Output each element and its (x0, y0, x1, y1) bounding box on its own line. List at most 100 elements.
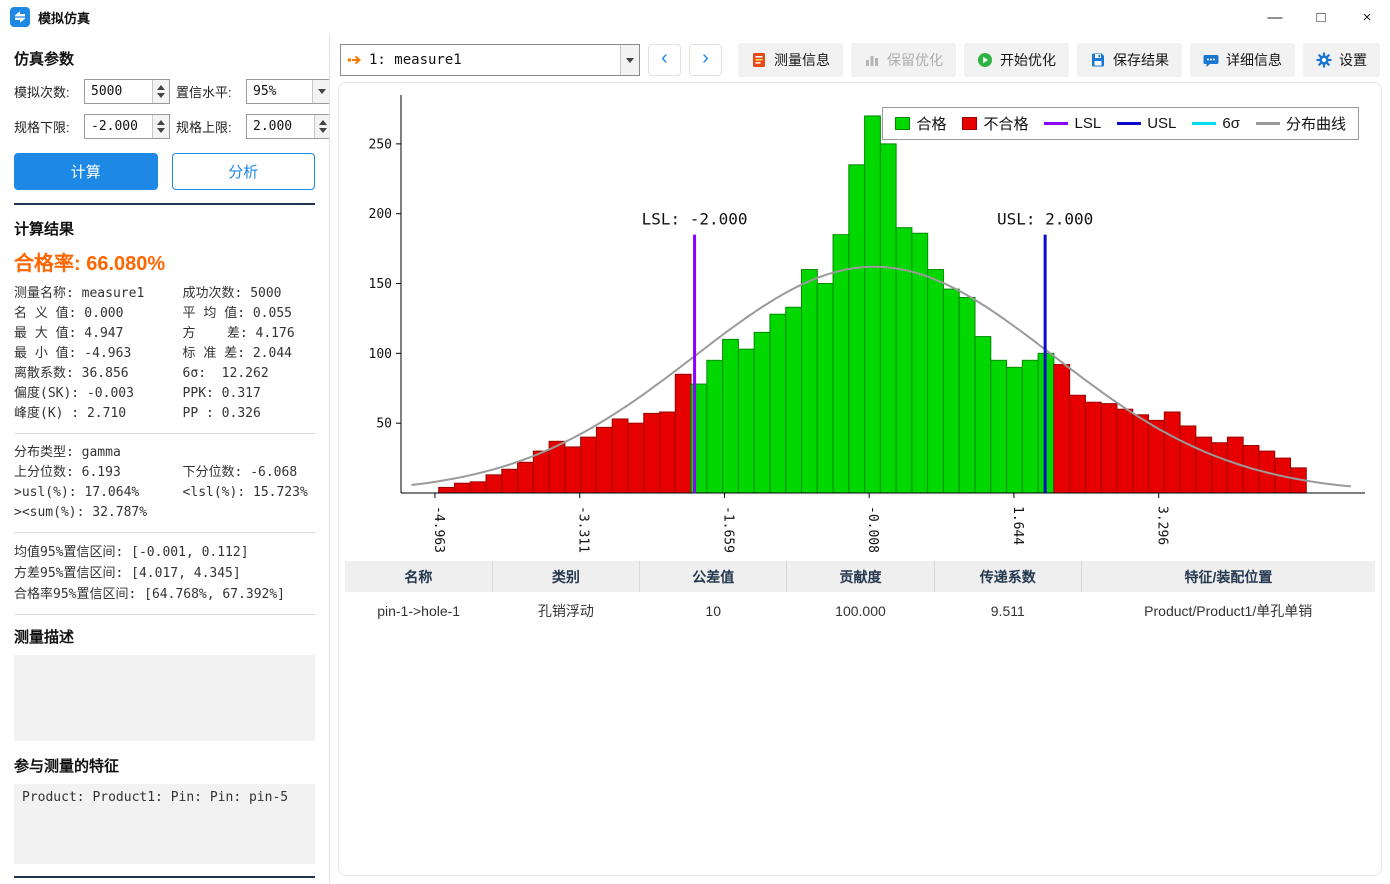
sim-count-spinner[interactable]: 5000 (84, 79, 170, 104)
ci-line: 方差95%置信区间: [4.017, 4.345] (14, 563, 315, 584)
stat-cell: 测量名称: measure1 (14, 284, 183, 304)
pass-bar (754, 332, 770, 493)
divider (14, 876, 315, 878)
fail-bar (1212, 443, 1228, 493)
stat-cell: 峰度(K) : 2.710 (14, 404, 183, 424)
fail-bar (628, 423, 644, 493)
legend-item-six-sigma: 6σ (1192, 115, 1240, 132)
usl-value: 2.000 (247, 115, 314, 138)
legend-label: LSL (1074, 115, 1101, 132)
stat-cell: <lsl(%): 15.723% (183, 483, 315, 503)
pass-bar (849, 165, 865, 493)
stat-cell: 最 小 值: -4.963 (14, 344, 183, 364)
x-tick-label: -4.963 (431, 506, 446, 553)
divider (14, 614, 315, 615)
y-tick-label: 150 (369, 277, 392, 292)
contribution-table: 名称 类别 公差值 贡献度 传递系数 特征/装配位置 pin-1->hole-1… (345, 561, 1375, 630)
analyze-button[interactable]: 分析 (172, 153, 316, 190)
fail-bar (1117, 409, 1133, 493)
legend-item-pass: 合格 (895, 113, 946, 134)
fail-bar (675, 374, 691, 493)
pass-bar (959, 297, 975, 493)
fail-bar (1180, 426, 1196, 493)
calculate-button[interactable]: 计算 (14, 153, 158, 190)
start-optimization-button[interactable]: 开始优化 (964, 43, 1069, 77)
prev-measure-button[interactable]: ‹ (648, 44, 681, 76)
chat-icon (1203, 52, 1219, 68)
pass-bar (707, 360, 723, 493)
fail-bar (565, 447, 581, 493)
lsl-label: 规格下限: (14, 117, 78, 136)
save-icon (1090, 52, 1106, 68)
pass-bar (943, 289, 959, 493)
pass-bar (991, 360, 1007, 493)
spinner-arrows-icon[interactable] (152, 80, 169, 103)
fail-bar (644, 413, 660, 493)
pass-bar (896, 228, 912, 493)
y-tick-label: 50 (376, 417, 392, 432)
legend-label: 分布曲线 (1286, 113, 1346, 134)
stats-block: 测量名称: measure1成功次数: 5000 名 义 值: 0.000平 均… (14, 284, 315, 424)
fail-bar (1101, 404, 1117, 493)
measure-select[interactable]: 1: measure1 (340, 44, 640, 76)
stat-cell: 离散系数: 36.856 (14, 364, 183, 384)
close-button[interactable]: × (1344, 0, 1390, 34)
ci-line: 均值95%置信区间: [-0.001, 0.112] (14, 542, 315, 563)
table-row[interactable]: pin-1->hole-1 孔销浮动 10 100.000 9.511 Prod… (345, 592, 1375, 630)
stat-cell: >usl(%): 17.064% (14, 483, 183, 503)
stat-cell: 上分位数: 6.193 (14, 463, 183, 483)
settings-button[interactable]: 设置 (1303, 43, 1380, 77)
feature-location-link[interactable]: Product/Product1/单孔单销 (1081, 592, 1375, 630)
app-window: 模拟仿真 — □ × 仿真参数 模拟次数: 5000 置信水平: 95% 规格下… (0, 0, 1390, 884)
chart-legend: 合格不合格LSLUSL6σ分布曲线 (882, 107, 1359, 140)
histogram-chart: 50100150200250-4.963-3.311-1.659-0.0081.… (345, 89, 1375, 559)
fail-swatch-icon (962, 117, 977, 130)
keep-optimization-button[interactable]: 保留优化 (851, 43, 956, 77)
stat-cell: 6σ: 12.262 (183, 364, 315, 384)
fail-bar (612, 419, 628, 493)
pass-rate-value: 66.080% (86, 253, 165, 275)
pass-bar (1022, 360, 1038, 493)
measurement-description-input[interactable] (14, 655, 315, 741)
minimize-button[interactable]: — (1252, 0, 1298, 34)
dist-sum: ><sum(%): 32.787% (14, 503, 315, 523)
measure-info-button[interactable]: 测量信息 (738, 43, 843, 77)
table-header-row: 名称 类别 公差值 贡献度 传递系数 特征/装配位置 (345, 561, 1375, 592)
next-measure-button[interactable]: › (689, 44, 722, 76)
fail-bar (581, 437, 597, 493)
lsl-spinner[interactable]: -2.000 (84, 114, 170, 139)
button-label: 开始优化 (1000, 50, 1056, 70)
fail-bar (439, 487, 455, 493)
pass-bar (786, 307, 802, 493)
pass-rate-label: 合格率: (14, 253, 81, 275)
save-results-button[interactable]: 保存结果 (1077, 43, 1182, 77)
button-label: 保存结果 (1113, 50, 1169, 70)
spinner-arrows-icon[interactable] (314, 115, 330, 138)
confidence-select[interactable]: 95% (246, 79, 330, 104)
fail-bar (533, 451, 549, 493)
x-tick-label: -1.659 (720, 506, 735, 553)
fail-bar (502, 469, 518, 493)
col-contribution: 贡献度 (787, 561, 934, 592)
stat-cell: PPK: 0.317 (183, 384, 315, 404)
lsl-label: LSL: -2.000 (642, 210, 748, 229)
fail-bar (1085, 402, 1101, 493)
x-tick-label: 3.296 (1155, 506, 1170, 545)
divider (14, 532, 315, 533)
pass-bar (975, 337, 991, 493)
sim-count-value: 5000 (85, 80, 152, 103)
usl-spinner[interactable]: 2.000 (246, 114, 330, 139)
params-title: 仿真参数 (14, 48, 315, 69)
fail-bar (1070, 395, 1086, 493)
chevron-down-icon[interactable] (312, 80, 330, 103)
lsl-value: -2.000 (85, 115, 152, 138)
fail-bar (454, 483, 470, 493)
col-coefficient: 传递系数 (934, 561, 1081, 592)
cell-tolerance: 10 (640, 592, 787, 630)
legend-label: USL (1147, 115, 1176, 132)
main-area: 1: measure1 ‹ › 测量信息 (330, 34, 1390, 884)
maximize-button[interactable]: □ (1298, 0, 1344, 34)
chevron-down-icon[interactable] (620, 45, 639, 75)
details-button[interactable]: 详细信息 (1190, 43, 1295, 77)
spinner-arrows-icon[interactable] (152, 115, 169, 138)
